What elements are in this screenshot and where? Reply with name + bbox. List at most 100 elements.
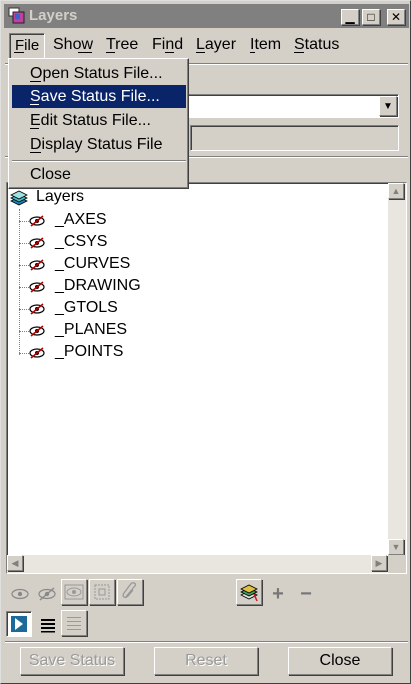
detail-view-mode-button[interactable] [61,610,87,636]
tree-layer-item[interactable]: _CSYS [7,232,207,254]
close-button[interactable]: Close [288,647,392,675]
hidden-toolbar-button[interactable] [89,579,115,605]
tree-view-mode-button[interactable] [6,611,32,637]
scroll-down-button[interactable]: ▼ [388,539,404,555]
vertical-scrollbar[interactable]: ▲ ▼ [388,183,406,555]
display-combo-box[interactable]: ▼ [184,94,399,118]
close-window-button[interactable]: ✕ [387,9,405,25]
tree-layer-label: _CSYS [55,233,108,250]
attach-toolbar-button[interactable] [117,579,143,605]
list-view-mode-button[interactable] [34,611,62,639]
file-dropdown-menu: Open Status File... Save Status File... … [8,58,189,189]
tree-mode-icon [11,616,27,632]
menu-tree-accel-underline [106,52,115,53]
tree-layer-item[interactable]: _POINTS [7,342,207,364]
menu-item-label: Item [250,36,282,53]
tree-layer-item[interactable]: _CURVES [7,254,207,276]
tree-layer-item[interactable]: _DRAWING [7,276,207,298]
window-title: Layers [29,7,78,24]
menu-find-label: Find [152,36,184,53]
add-button[interactable]: + [264,580,292,608]
scrollbar-corner [388,555,406,573]
chevron-down-icon: ▼ [383,100,393,112]
menu-show-accel-underline [78,52,92,53]
menu-open-accel-underline [30,81,41,82]
horizontal-scrollbar[interactable]: ◀ ▶ [7,555,387,573]
menu-close-label: Close [30,166,71,183]
reset-button[interactable]: Reset [154,647,258,675]
menu-display-status-file-label: Display Status File [30,136,163,153]
paperclip-icon [122,582,137,599]
tree-root-label: Layers [36,188,85,205]
menu-save-accel-underline [30,104,39,105]
layer-hidden-icon[interactable] [29,214,45,228]
blank-toolbar-button[interactable] [33,580,61,608]
status-field [190,125,399,151]
combo-dropdown-button[interactable]: ▼ [379,96,397,116]
save-status-button[interactable]: Save Status [20,647,124,675]
arrow-down-icon: ▼ [391,542,401,552]
tree-branch-line [19,287,29,288]
menu-status-accel-underline [294,52,304,53]
tree-layer-item[interactable]: _PLANES [7,320,207,342]
layer-hidden-icon[interactable] [29,236,45,250]
menu-open-status-file-label: Open Status File... [30,65,163,82]
arrow-up-icon: ▲ [391,186,401,196]
tree-layer-item[interactable]: _GTOLS [7,298,207,320]
tree-branch-line [19,353,29,354]
menu-item-accel-underline [250,52,255,53]
maximize-icon: □ [367,10,375,24]
new-layer-icon [240,584,258,602]
layer-tree[interactable]: Layers _AXES _CSYS _CURVES _DRAWING _GTOLS _P… [6,182,407,574]
menu-save-status-file-label: Save Status File... [30,88,160,105]
arrow-left-icon: ◀ [11,557,19,568]
maximize-button[interactable]: □ [362,9,380,25]
tree-branch-line [19,243,29,244]
app-icon[interactable] [8,7,26,25]
title-bar[interactable]: Layers ▁ □ ✕ [4,4,409,28]
hidden-eye-icon [38,587,56,601]
save-status-label: Save Status [28,652,116,669]
tree-branch-line [19,331,29,332]
button-area-divider [5,641,408,643]
menu-bar: File Show Tree Find Layer Item Status [5,31,408,59]
menu-display-accel-underline [30,152,41,153]
scroll-right-button[interactable]: ▶ [371,555,387,571]
tree-branch-line [19,309,29,310]
scroll-left-button[interactable]: ◀ [7,555,23,571]
menu-layer-accel-underline [196,52,205,53]
list-bold-icon [41,619,55,633]
minimize-icon: ▁ [345,10,355,24]
close-icon: ✕ [390,10,402,24]
layer-hidden-icon[interactable] [29,280,45,294]
tree-layer-label: _CURVES [55,255,131,272]
layer-hidden-icon[interactable] [29,258,45,272]
new-layer-toolbar-button[interactable] [236,579,262,605]
tree-layer-label: _PLANES [55,321,128,338]
menu-status-label: Status [294,36,340,53]
tree-layer-label: _AXES [55,211,107,228]
plus-icon: + [272,582,284,605]
menu-tree-label: Tree [106,36,139,53]
tree-layer-label: _DRAWING [55,277,141,294]
layer-hidden-icon[interactable] [29,324,45,338]
scroll-up-button[interactable]: ▲ [388,183,404,199]
isolate-toolbar-button[interactable] [61,579,87,605]
layer-hidden-icon[interactable] [29,346,45,360]
show-toolbar-button[interactable] [6,580,34,608]
layer-hidden-icon[interactable] [29,302,45,316]
list-icon [67,617,81,630]
isolate-icon [64,584,84,600]
tree-layer-label: _POINTS [55,343,124,360]
menu-file[interactable]: File [9,33,46,59]
tree-layer-label: _GTOLS [55,299,118,316]
remove-button[interactable]: − [292,580,320,608]
menu-close[interactable]: Close [12,163,186,186]
blank-icon [94,584,110,600]
layers-window: Layers ▁ □ ✕ File Show Tree Find Layer I… [0,0,411,684]
minimize-button[interactable]: ▁ [341,9,359,25]
menu-edit-accel-underline [30,128,39,129]
tree-branch-line [19,221,29,222]
arrow-right-icon: ▶ [375,557,383,568]
tree-layer-item[interactable]: _AXES [7,210,207,232]
